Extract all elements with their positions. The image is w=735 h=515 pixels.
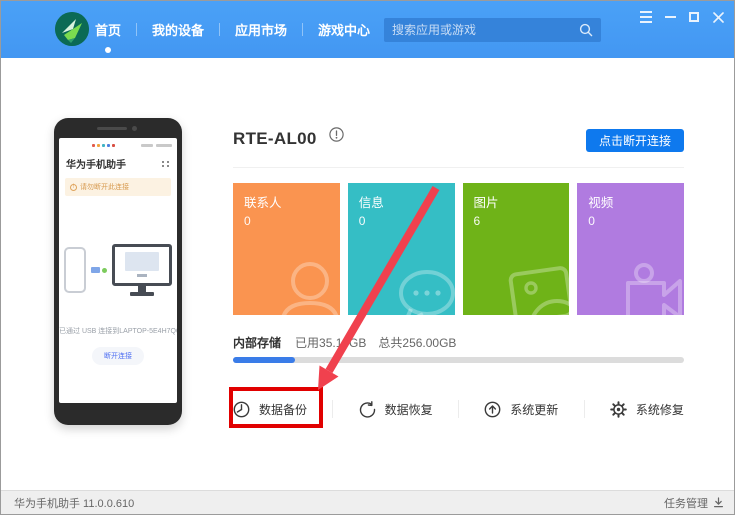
maximize-button[interactable] [686,9,702,25]
action-label: 系统更新 [510,402,559,417]
usb-connection-illustration [59,244,177,296]
card-videos[interactable]: 视频 0 [577,183,684,315]
action-divider [332,400,334,418]
action-system-repair[interactable]: 系统修复 [610,400,684,418]
phone-speaker [97,127,127,130]
phone-outline-icon [64,247,86,293]
card-label: 图片 [473,196,499,210]
search-icon[interactable] [579,23,593,37]
window-controls [638,9,726,25]
monitor-icon [112,244,172,296]
update-arrow-icon [484,401,501,417]
connected-phone-preview: 华为手机助手 ! 请勿断开此连接 已通过 USB 连接到LAPTOP-5E4H7… [54,118,182,425]
download-icon [714,497,723,508]
usb-cable-icon [91,267,107,273]
card-count: 0 [358,214,366,228]
device-info-icon[interactable] [329,127,344,147]
action-divider [457,400,459,418]
action-system-update[interactable]: 系统更新 [484,401,558,418]
nav-divider [136,23,138,36]
disconnect-button[interactable]: 点击断开连接 [585,129,684,152]
pictures-icon [508,266,570,315]
card-count: 0 [244,214,251,228]
repair-gear-icon [610,400,627,418]
storage-progress-bar [233,357,684,363]
card-label: 信息 [358,196,384,210]
card-label: 联系人 [244,196,282,210]
card-count: 0 [588,214,595,228]
nav-label: 游戏中心 [318,23,371,38]
header-divider [233,167,684,168]
nav-item-app-market[interactable]: 应用市场 [233,20,289,39]
phone-app-header: 华为手机助手 [59,150,177,175]
card-label: 视频 [588,196,614,210]
search-input[interactable] [384,18,579,42]
device-name: RTE-AL00 [233,129,317,148]
restore-arc-icon [359,400,375,418]
card-contacts[interactable]: 联系人 0 [233,183,340,315]
phone-status-time [141,144,172,147]
close-button[interactable] [710,9,726,25]
nav-label: 我的设备 [152,23,205,38]
phone-connection-text: 已通过 USB 连接到LAPTOP-5E4H7Q6V [59,328,177,335]
storage-info: 内部存储 已用35.19GB 总共256.00GB [233,334,684,351]
storage-label: 内部存储 [233,336,282,350]
device-header: RTE-AL00 点击断开连接 [233,127,684,157]
action-data-restore[interactable]: 数据恢复 [359,400,433,418]
card-pictures[interactable]: 图片 6 [462,183,570,315]
phone-disconnect-pill: 断开连接 [92,347,144,365]
phone-menu-icon [162,160,170,167]
nav-item-my-devices[interactable]: 我的设备 [150,20,206,39]
nav-label: 应用市场 [235,23,288,38]
action-label: 数据备份 [259,402,308,417]
messages-icon [398,270,455,315]
task-manager-label: 任务管理 [664,497,708,510]
videos-icon [626,263,682,315]
search-box [384,18,601,42]
app-version-text: 华为手机助手 11.0.0.610 [14,497,135,510]
phone-camera-dot [132,126,137,131]
contacts-icon [281,262,338,315]
titlebar: 首页 我的设备 应用市场 游戏中心 更多服务 [1,1,734,58]
storage-used: 已用35.19GB [295,336,367,350]
minimize-button[interactable] [662,9,678,25]
card-count: 6 [473,214,481,228]
storage-total: 总共256.00GB [378,336,457,350]
card-messages[interactable]: 信息 0 [347,183,455,315]
phone-alert-banner: ! 请勿断开此连接 [65,178,171,196]
backup-clock-icon [233,401,250,417]
nav-divider [219,23,221,36]
phone-statusbar [59,138,177,150]
action-label: 数据恢复 [384,402,433,417]
statusbar: 华为手机助手 11.0.0.610 任务管理 [1,490,734,514]
nav-item-home[interactable]: 首页 [93,20,123,53]
active-page-dot [105,47,111,53]
action-divider [583,400,585,418]
phone-notification-icons [92,144,115,147]
action-data-backup[interactable]: 数据备份 [233,401,307,418]
hisuite-logo-icon [55,12,89,46]
alert-text: 请勿断开此连接 [80,184,129,191]
category-cards: 联系人 0 信息 0 图片 6 视频 0 [233,183,684,315]
phone-app-title: 华为手机助手 [66,160,126,171]
storage-progress-fill [233,357,295,363]
nav-item-game-center[interactable]: 游戏中心 [316,20,372,39]
app-menu-icon[interactable] [638,9,654,25]
task-manager-button[interactable]: 任务管理 [664,495,724,511]
action-label: 系统修复 [635,402,684,417]
nav-divider [302,23,304,36]
nav-label: 首页 [95,23,122,38]
alert-info-icon: ! [70,183,77,191]
hisuite-window: 首页 我的设备 应用市场 游戏中心 更多服务 [0,0,735,515]
tool-actions: 数据备份 数据恢复 系统更新 系统修复 [233,389,684,429]
phone-screen: 华为手机助手 ! 请勿断开此连接 已通过 USB 连接到LAPTOP-5E4H7… [59,138,177,403]
